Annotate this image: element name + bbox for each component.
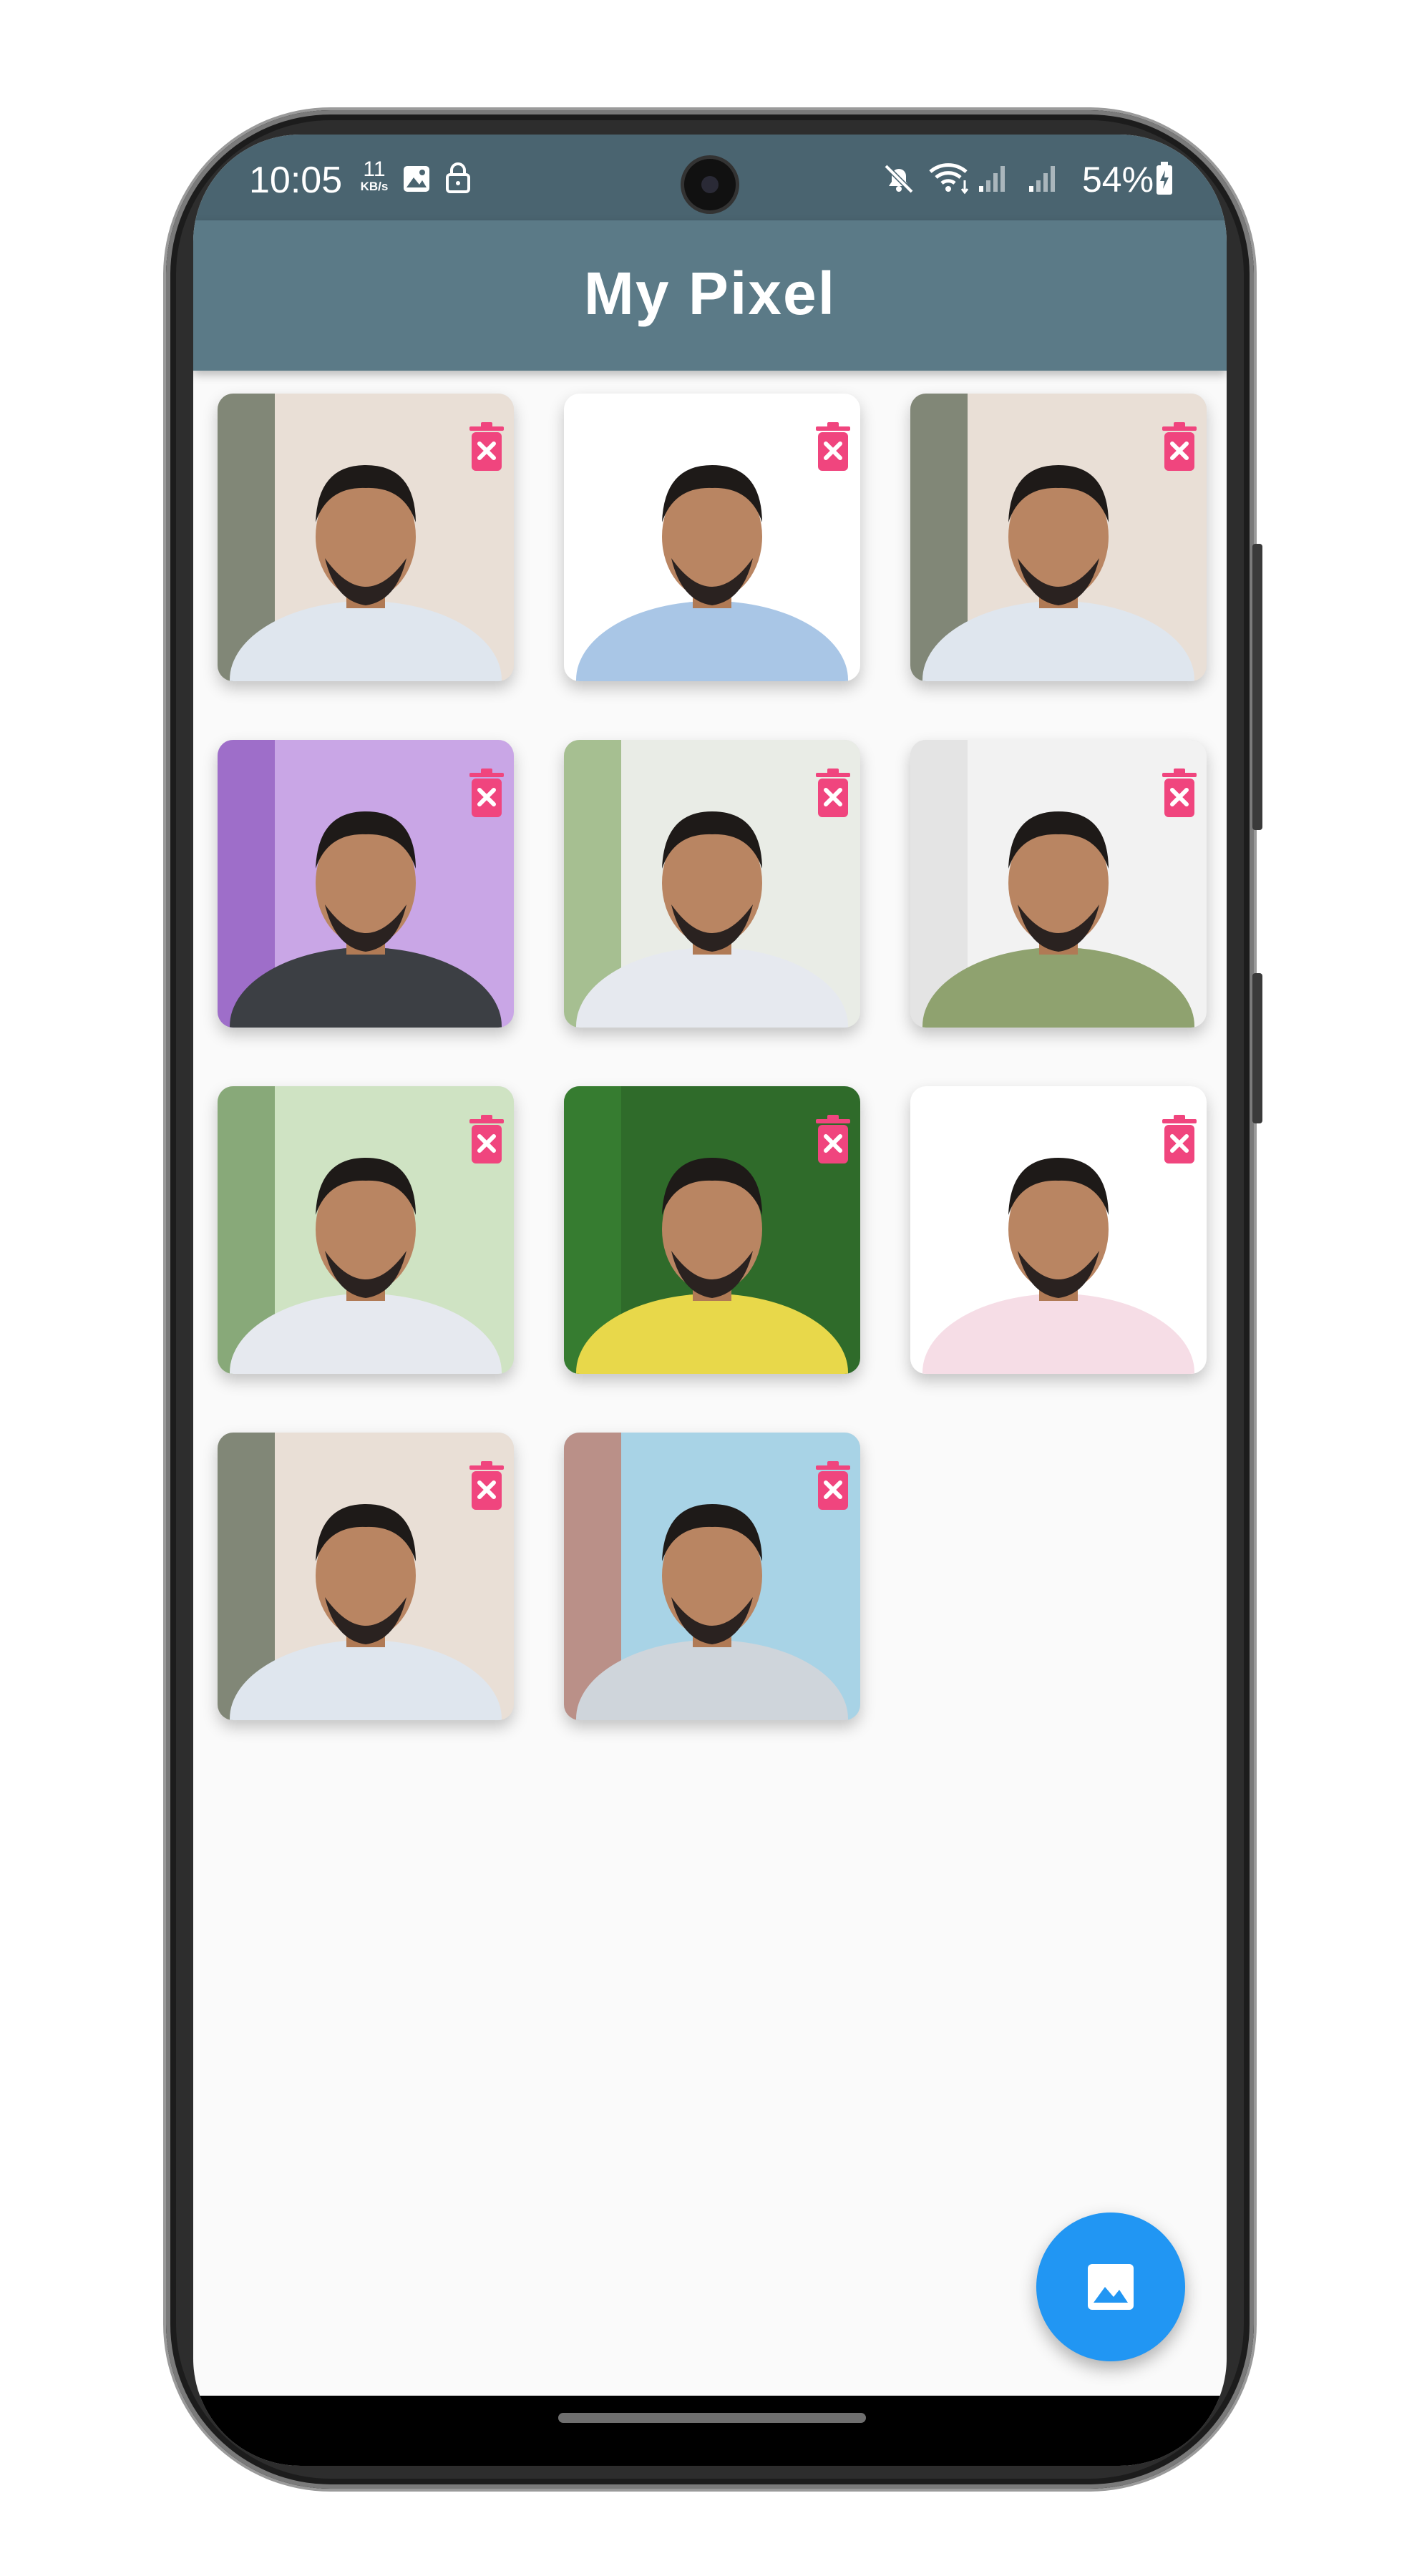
photo-tile[interactable] [564,394,860,681]
signal-icon [978,165,1009,197]
net-speed-unit: KB/s [360,180,389,193]
trash-icon [816,769,850,817]
photo-tile[interactable] [910,1086,1207,1374]
net-speed-value: 11 [363,157,386,181]
trash-icon [1162,1115,1197,1163]
delete-photo-button[interactable] [1159,1113,1199,1165]
power-button [1252,973,1262,1123]
add-image-button[interactable] [1036,2212,1185,2361]
delete-photo-button[interactable] [467,421,507,472]
trash-icon [469,769,504,817]
delete-photo-button[interactable] [1159,767,1199,819]
delete-photo-button[interactable] [813,767,853,819]
delete-photo-button[interactable] [1159,421,1199,472]
mute-icon [883,163,915,198]
trash-icon [816,422,850,471]
photo-tile[interactable] [564,740,860,1028]
delete-photo-button[interactable] [467,1113,507,1165]
photo-tile[interactable] [564,1086,860,1374]
app-screen: 10:05 11 KB/s 54% My Pixel [193,135,1227,2466]
delete-photo-button[interactable] [467,767,507,819]
front-camera [684,159,736,210]
trash-icon [816,1115,850,1163]
trash-icon [1162,422,1197,471]
photo-tile[interactable] [218,394,514,681]
trash-icon [816,1461,850,1510]
battery-icon [1155,162,1174,200]
trash-icon [469,1461,504,1510]
status-time: 10:05 [249,160,343,201]
delete-photo-button[interactable] [813,1460,853,1511]
home-indicator[interactable] [558,2413,866,2423]
delete-photo-button[interactable] [813,421,853,472]
photo-tile[interactable] [564,1433,860,1720]
net-speed: 11 KB/s [356,157,392,193]
delete-photo-button[interactable] [813,1113,853,1165]
photo-tile[interactable] [218,1433,514,1720]
battery-percent: 54% [1082,160,1154,200]
trash-icon [1162,769,1197,817]
volume-button [1252,544,1262,830]
photo-tile[interactable] [218,740,514,1028]
image-icon [1088,2264,1134,2310]
photo-tile[interactable] [910,394,1207,681]
delete-photo-button[interactable] [467,1460,507,1511]
app-bar: My Pixel [193,220,1227,371]
image-icon [402,165,431,197]
trash-icon [469,1115,504,1163]
status-bar: 10:05 11 KB/s 54% [193,135,1227,220]
photo-tile[interactable] [218,1086,514,1374]
navigation-bar [193,2396,1227,2466]
app-title: My Pixel [583,260,837,327]
signal-icon-2 [1028,165,1059,197]
lock-icon [445,162,471,197]
photo-tile[interactable] [910,740,1207,1028]
trash-icon [469,422,504,471]
wifi-icon [927,160,972,198]
